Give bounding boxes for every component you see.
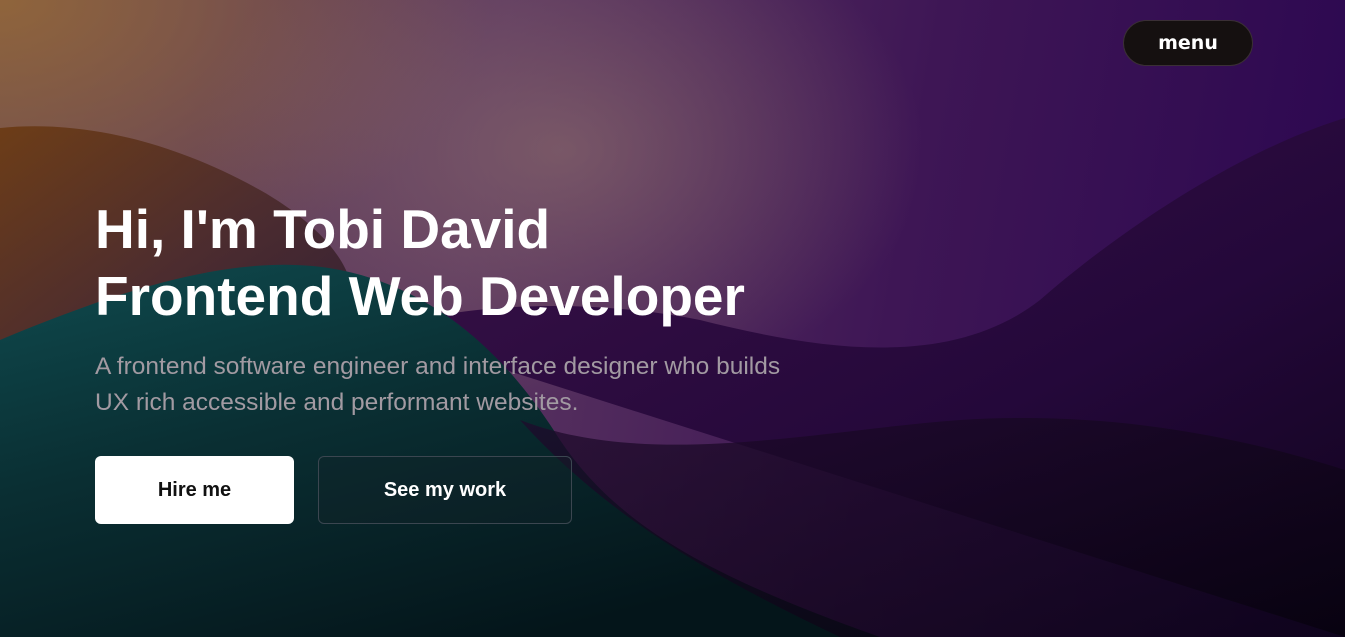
- hero-subtitle: A frontend software engineer and interfa…: [95, 349, 835, 421]
- see-my-work-button[interactable]: See my work: [318, 456, 572, 524]
- subtitle-line-2: UX rich accessible and performant websit…: [95, 389, 579, 416]
- headline-greeting: Hi, I'm Tobi David: [95, 198, 551, 260]
- hero-section: menu Hi, I'm Tobi David Frontend Web Dev…: [0, 0, 1345, 637]
- hero-actions: Hire me See my work: [95, 456, 572, 524]
- subtitle-line-1: A frontend software engineer and interfa…: [95, 353, 781, 380]
- menu-button[interactable]: menu: [1123, 20, 1253, 66]
- hero-content: Hi, I'm Tobi David Frontend Web Develope…: [95, 196, 895, 421]
- headline-role: Frontend Web Developer: [95, 265, 745, 327]
- page-title: Hi, I'm Tobi David Frontend Web Develope…: [95, 196, 895, 330]
- hire-me-button[interactable]: Hire me: [95, 456, 294, 524]
